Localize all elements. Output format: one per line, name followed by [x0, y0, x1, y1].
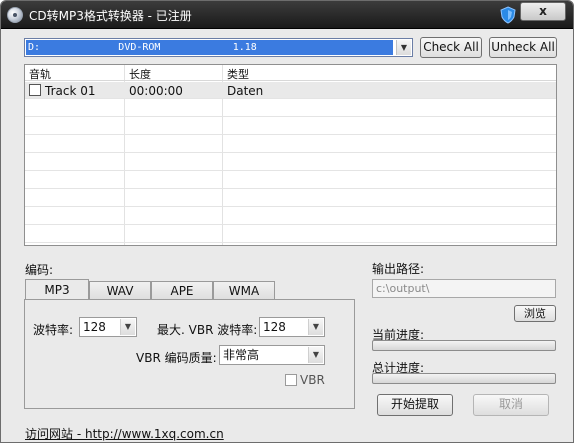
- bitrate-select[interactable]: 128 ▼: [79, 317, 137, 337]
- cd-app-icon: [7, 7, 23, 23]
- chevron-down-icon[interactable]: ▼: [308, 347, 323, 363]
- max-vbr-value: 128: [263, 320, 286, 334]
- output-path-label: 输出路径:: [372, 262, 425, 276]
- track-list-header: 音轨 长度 类型: [25, 65, 556, 81]
- empty-row: [25, 136, 556, 153]
- track-type: Daten: [227, 84, 264, 98]
- max-vbr-label: 最大. VBR 波特率:: [157, 323, 258, 337]
- empty-row: [25, 190, 556, 207]
- browse-button[interactable]: 浏览: [514, 305, 556, 322]
- empty-row: [25, 154, 556, 171]
- output-path-input[interactable]: c:\output\: [372, 279, 556, 298]
- vbr-quality-value: 非常高: [223, 348, 260, 362]
- drive-select[interactable]: D: DVD-ROM 1.18 ▼: [24, 38, 413, 57]
- check-all-button[interactable]: Check All: [420, 37, 482, 58]
- empty-row: [25, 226, 556, 243]
- tab-wav[interactable]: WAV: [89, 281, 151, 300]
- close-button[interactable]: x: [520, 2, 566, 21]
- cancel-button[interactable]: 取消: [473, 394, 549, 416]
- track-length: 00:00:00: [129, 84, 183, 98]
- tab-mp3[interactable]: MP3: [25, 279, 89, 300]
- start-extract-button[interactable]: 开始提取: [377, 394, 453, 416]
- vbr-quality-label: VBR 编码质量:: [136, 351, 217, 365]
- empty-row: [25, 118, 556, 135]
- empty-row: [25, 100, 556, 117]
- column-header-track[interactable]: 音轨: [29, 66, 51, 82]
- empty-row: [25, 172, 556, 189]
- chevron-down-icon[interactable]: ▼: [396, 40, 411, 55]
- uncheck-all-button[interactable]: Unheck All: [489, 37, 557, 58]
- track-list[interactable]: 音轨 长度 类型 Track 01 00:00:00 Daten: [24, 64, 557, 246]
- drive-selected-value: D: DVD-ROM 1.18: [26, 40, 393, 55]
- table-row[interactable]: Track 01 00:00:00 Daten: [25, 82, 556, 99]
- tab-wma[interactable]: WMA: [213, 281, 275, 300]
- main-window: CD转MP3格式转换器 - 已注册 x D: DVD-ROM 1.18 ▼ Ch…: [0, 0, 574, 443]
- window-title: CD转MP3格式转换器 - 已注册: [29, 9, 192, 23]
- tab-ape[interactable]: APE: [151, 281, 213, 300]
- total-progress-bar: [372, 373, 556, 384]
- encoding-label: 编码:: [25, 263, 54, 277]
- vbr-checkbox[interactable]: [285, 374, 297, 386]
- title-bar[interactable]: CD转MP3格式转换器 - 已注册 x: [1, 1, 573, 29]
- track-name: Track 01: [45, 84, 96, 98]
- chevron-down-icon[interactable]: ▼: [120, 319, 135, 335]
- column-header-length[interactable]: 长度: [129, 66, 151, 82]
- website-link[interactable]: 访问网站 - http://www.1xq.com.cn: [25, 425, 224, 442]
- empty-row: [25, 208, 556, 225]
- bitrate-label: 波特率:: [33, 323, 74, 337]
- vbr-checkbox-label: VBR: [300, 373, 325, 387]
- current-progress-bar: [372, 340, 556, 351]
- track-checkbox[interactable]: [29, 84, 41, 96]
- vbr-quality-select[interactable]: 非常高 ▼: [219, 345, 325, 365]
- max-vbr-select[interactable]: 128 ▼: [259, 317, 325, 337]
- column-header-type[interactable]: 类型: [227, 66, 249, 82]
- bitrate-value: 128: [83, 320, 106, 334]
- shield-badge-icon: [500, 6, 516, 24]
- chevron-down-icon[interactable]: ▼: [308, 319, 323, 335]
